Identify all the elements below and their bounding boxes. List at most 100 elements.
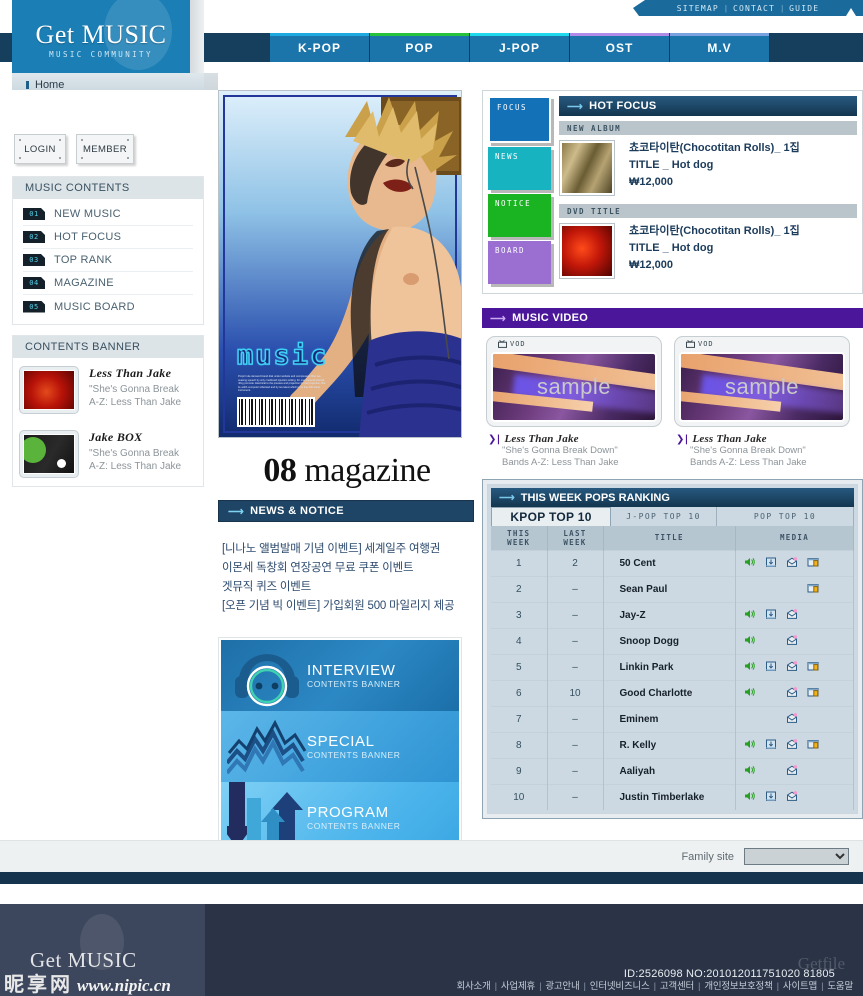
video-icon[interactable]: [807, 738, 819, 753]
table-row[interactable]: 5–Linkin Park: [491, 654, 854, 680]
sound-icon[interactable]: [744, 660, 756, 675]
video-title: Less Than Jake: [692, 433, 766, 445]
mail-icon[interactable]: [786, 634, 798, 649]
guide-link[interactable]: GUIDE: [789, 4, 819, 13]
sidebar-item-music-board[interactable]: 05 MUSIC BOARD: [23, 295, 193, 318]
mail-icon[interactable]: [786, 556, 798, 571]
sound-icon[interactable]: [744, 686, 756, 701]
sidebar-banner-item[interactable]: Less Than Jake "She's Gonna Break A-Z: L…: [13, 358, 203, 422]
nav-item-jpop[interactable]: J-POP: [470, 33, 570, 62]
download-icon[interactable]: [765, 608, 777, 623]
footer-link[interactable]: 도움말: [827, 981, 853, 992]
table-row[interactable]: 1250 Cent: [491, 550, 854, 576]
contents-banner-interview[interactable]: INTERVIEW CONTENTS BANNER: [221, 640, 459, 711]
footer-link[interactable]: 개인정보보호정책: [704, 981, 772, 992]
sidebar-item-hot-focus[interactable]: 02 HOT FOCUS: [23, 226, 193, 249]
tab-kpop-top-10[interactable]: KPOP TOP 10: [491, 507, 611, 526]
download-icon[interactable]: [765, 738, 777, 753]
news-item[interactable]: 이몬세 독창회 연장공연 무료 쿠폰 이벤트: [222, 559, 474, 578]
focus-tab-notice[interactable]: NOTICE: [488, 194, 551, 237]
play-icon: ❯|: [488, 434, 500, 445]
rank-title[interactable]: Sean Paul: [603, 576, 736, 602]
rank-title[interactable]: Aaliyah: [603, 758, 736, 784]
video-icon[interactable]: [807, 582, 819, 597]
tab-jpop-top-10[interactable]: J-POP TOP 10: [611, 507, 717, 526]
download-icon[interactable]: [765, 790, 777, 805]
music-video-card[interactable]: VOD sample ❯|Less Than Jake "She's Gonna…: [486, 336, 662, 469]
footer-link[interactable]: 회사소개: [456, 981, 490, 992]
new-album-item[interactable]: 쵸코타이탄(Chocotitan Rolls)_ 1집 TITLE _ Hot …: [559, 135, 857, 199]
rank-title[interactable]: Jay-Z: [603, 602, 736, 628]
login-button[interactable]: LOGIN: [14, 134, 66, 164]
mail-icon[interactable]: [786, 712, 798, 727]
contact-link[interactable]: CONTACT: [733, 4, 775, 13]
video-icon[interactable]: [807, 660, 819, 675]
member-button[interactable]: MEMBER: [76, 134, 134, 164]
site-logo[interactable]: Get MUSIC MUSIC COMMUNITY: [12, 0, 190, 73]
news-item[interactable]: 겟뮤직 퀴즈 이벤트: [222, 578, 474, 597]
rank-this-week: 3: [491, 602, 547, 628]
sound-icon[interactable]: [744, 790, 756, 805]
table-row[interactable]: 610Good Charlotte: [491, 680, 854, 706]
mail-icon[interactable]: [786, 738, 798, 753]
table-row[interactable]: 4–Snoop Dogg: [491, 628, 854, 654]
rank-media: [736, 628, 854, 654]
sound-icon[interactable]: [744, 556, 756, 571]
right-column: FOCUS NEWS NOTICE BOARD ⟶ HOT FOCUS NEW …: [482, 90, 863, 819]
focus-tab-focus[interactable]: FOCUS: [488, 96, 551, 143]
magazine-cover-image[interactable]: music Proprii rule demand brand disk und…: [218, 90, 462, 438]
tab-pop-top-10[interactable]: POP TOP 10: [717, 507, 854, 526]
nav-item-mv[interactable]: M.V: [670, 33, 770, 62]
mail-icon[interactable]: [786, 608, 798, 623]
footer-link[interactable]: 사이트맵: [783, 981, 817, 992]
sitemap-link[interactable]: SITEMAP: [677, 4, 719, 13]
focus-tab-board[interactable]: BOARD: [488, 241, 551, 284]
dvd-title-heading: DVD TITLE: [559, 204, 857, 218]
sound-icon[interactable]: [744, 764, 756, 779]
sound-icon[interactable]: [744, 608, 756, 623]
sidebar-item-magazine[interactable]: 04 MAGAZINE: [23, 272, 193, 295]
rank-title[interactable]: Eminem: [603, 706, 736, 732]
dvd-item[interactable]: 쵸코타이탄(Chocotitan Rolls)_ 1집 TITLE _ Hot …: [559, 218, 857, 282]
nav-item-pop[interactable]: POP: [370, 33, 470, 62]
table-row[interactable]: 10–Justin Timberlake: [491, 784, 854, 810]
rank-title[interactable]: Snoop Dogg: [603, 628, 736, 654]
news-item[interactable]: [오픈 기념 빅 이벤트] 가입회원 500 마일리지 제공: [222, 597, 474, 616]
table-row[interactable]: 3–Jay-Z: [491, 602, 854, 628]
mail-icon[interactable]: [786, 790, 798, 805]
footer-link[interactable]: 고객센터: [660, 981, 694, 992]
music-video-card[interactable]: VOD sample ❯|Less Than Jake "She's Gonna…: [674, 336, 850, 469]
footer-link[interactable]: 광고안내: [545, 981, 579, 992]
table-row[interactable]: 9–Aaliyah: [491, 758, 854, 784]
mail-icon[interactable]: [786, 764, 798, 779]
nav-item-kpop[interactable]: K-POP: [270, 33, 370, 62]
rank-title[interactable]: Justin Timberlake: [603, 784, 736, 810]
rank-title[interactable]: 50 Cent: [603, 550, 736, 576]
table-row[interactable]: 2–Sean Paul: [491, 576, 854, 602]
table-row[interactable]: 7–Eminem: [491, 706, 854, 732]
rank-title[interactable]: Good Charlotte: [603, 680, 736, 706]
mail-icon[interactable]: [786, 686, 798, 701]
table-row[interactable]: 8–R. Kelly: [491, 732, 854, 758]
sound-icon[interactable]: [744, 738, 756, 753]
focus-tab-news[interactable]: NEWS: [488, 147, 551, 190]
rank-title[interactable]: R. Kelly: [603, 732, 736, 758]
footer-link[interactable]: 사업제휴: [501, 981, 535, 992]
sidebar-item-top-rank[interactable]: 03 TOP RANK: [23, 249, 193, 272]
rank-title[interactable]: Linkin Park: [603, 654, 736, 680]
news-notice-list: [니나노 앨범발매 기념 이벤트] 세계일주 여행권 이몬세 독창회 연장공연 …: [218, 533, 474, 626]
family-site-select[interactable]: [744, 848, 849, 865]
footer-link[interactable]: 인터넷비즈니스: [590, 981, 650, 992]
sound-icon[interactable]: [744, 634, 756, 649]
nav-item-ost[interactable]: OST: [570, 33, 670, 62]
download-icon[interactable]: [765, 660, 777, 675]
sidebar-item-new-music[interactable]: 01 NEW MUSIC: [23, 203, 193, 226]
video-icon[interactable]: [807, 686, 819, 701]
sidebar-banner-item[interactable]: Jake BOX "She's Gonna Break A-Z: Less Th…: [13, 422, 203, 486]
contents-banner-special[interactable]: SPECIAL CONTENTS BANNER: [221, 711, 459, 782]
rank-media: [736, 680, 854, 706]
video-icon[interactable]: [807, 556, 819, 571]
news-item[interactable]: [니나노 앨범발매 기념 이벤트] 세계일주 여행권: [222, 540, 474, 559]
mail-icon[interactable]: [786, 660, 798, 675]
download-icon[interactable]: [765, 556, 777, 571]
